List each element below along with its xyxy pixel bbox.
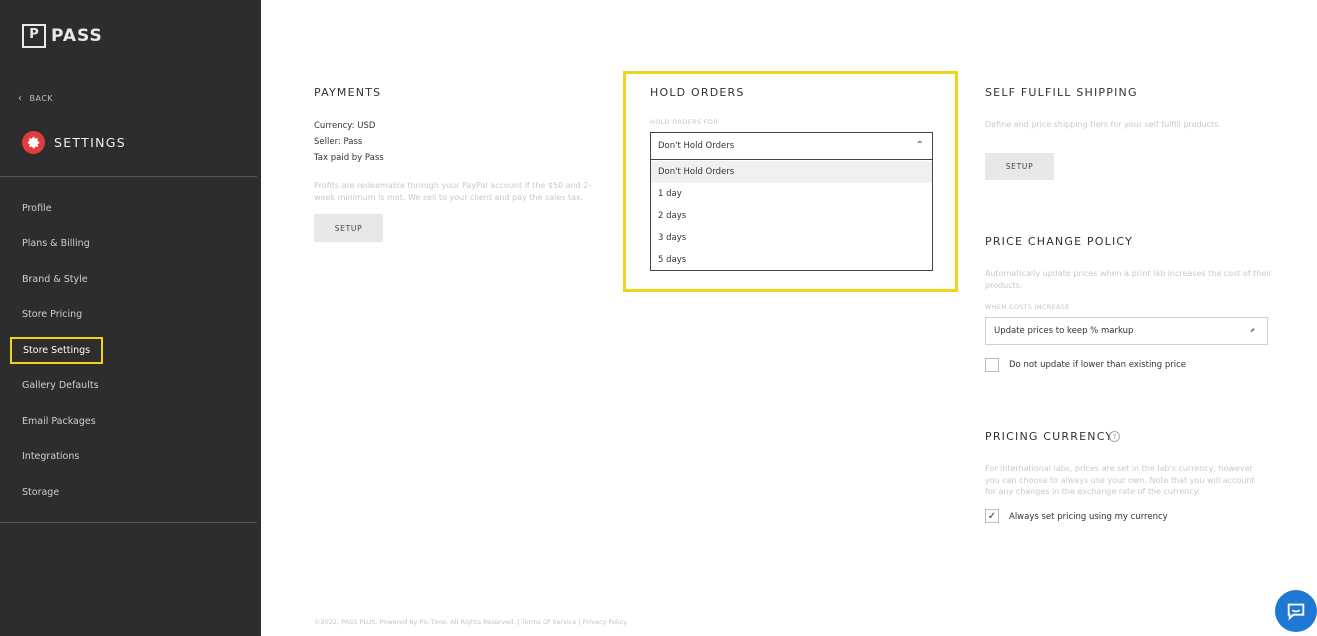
sidebar-item-store-pricing[interactable]: Store Pricing: [22, 309, 82, 320]
do-not-update-label: Do not update if lower than existing pri…: [1009, 360, 1186, 370]
hold-orders-title: HOLD ORDERS: [650, 86, 745, 99]
always-my-currency-label: Always set pricing using my currency: [1009, 512, 1168, 522]
pass-logo[interactable]: P PASS: [22, 24, 103, 48]
sidebar-item-gallery-defaults[interactable]: Gallery Defaults: [22, 380, 99, 391]
hold-orders-field-label: HOLD ORDERS FOR: [650, 118, 719, 126]
payments-tax: Tax paid by Pass: [314, 153, 384, 163]
chat-bubble-icon: [1287, 603, 1305, 621]
sidebar-item-brand-style[interactable]: Brand & Style: [22, 274, 88, 285]
settings-header: SETTINGS: [22, 131, 126, 154]
self-fulfill-description: Define and price shipping tiers for your…: [985, 120, 1221, 129]
hold-option-1-day[interactable]: 1 day: [651, 183, 932, 205]
always-my-currency-checkbox[interactable]: ✓: [985, 509, 999, 523]
logo-text: PASS: [51, 26, 103, 46]
hold-option-3-days[interactable]: 3 days: [651, 227, 932, 249]
hold-option-2-days[interactable]: 2 days: [651, 205, 932, 227]
payments-title: PAYMENTS: [314, 86, 382, 99]
footer-separator: |: [578, 618, 581, 626]
sidebar-item-integrations[interactable]: Integrations: [22, 451, 79, 462]
payments-description: Profits are redeemable through your PayP…: [314, 181, 592, 202]
sidebar-item-storage[interactable]: Storage: [22, 487, 59, 498]
price-change-title: PRICE CHANGE POLICY: [985, 235, 1133, 248]
footer: ©2022, PASS PLUS. Powered by Pic-Time. A…: [314, 618, 627, 626]
back-label: BACK: [29, 94, 54, 103]
hold-option-dont-hold[interactable]: Don't Hold Orders: [651, 161, 932, 183]
payments-seller: Seller: Pass: [314, 137, 363, 147]
sidebar-divider-top: [0, 176, 257, 177]
pricing-currency-description: For international labs, prices are set i…: [985, 464, 1255, 496]
price-change-field-label: WHEN COSTS INCREASE: [985, 303, 1070, 311]
resize-arrow-icon: ⬈: [1249, 327, 1255, 334]
sidebar-item-store-settings[interactable]: Store Settings: [10, 337, 104, 364]
payments-currency: Currency: USD: [314, 121, 376, 131]
settings-title: SETTINGS: [54, 135, 126, 150]
self-fulfill-setup-button[interactable]: SETUP: [985, 153, 1054, 180]
hold-orders-dropdown: Don't Hold Orders 1 day 2 days 3 days 5 …: [650, 160, 933, 271]
chevron-up-icon: ⌃: [915, 140, 924, 151]
self-fulfill-title: SELF FULFILL SHIPPING: [985, 86, 1138, 99]
hold-orders-selected-value: Don't Hold Orders: [658, 141, 735, 151]
chevron-left-icon: ‹: [18, 93, 23, 104]
logo-mark: P: [22, 24, 46, 48]
price-change-selected-value: Update prices to keep % markup: [994, 326, 1134, 336]
hold-option-5-days[interactable]: 5 days: [651, 249, 932, 271]
help-icon[interactable]: ?: [1109, 431, 1120, 442]
footer-terms-link[interactable]: Terms Of Service: [522, 618, 577, 626]
back-link[interactable]: ‹ BACK: [18, 93, 53, 104]
do-not-update-checkbox[interactable]: [985, 358, 999, 372]
payments-setup-button[interactable]: SETUP: [314, 214, 383, 242]
chat-button[interactable]: [1275, 590, 1317, 632]
sidebar: P PASS ‹ BACK SETTINGS Profile Plans & B…: [0, 0, 261, 636]
hold-orders-select[interactable]: Don't Hold Orders ⌃: [650, 132, 933, 160]
sidebar-item-plans-billing[interactable]: Plans & Billing: [22, 238, 90, 249]
sidebar-item-profile[interactable]: Profile: [22, 203, 52, 214]
gear-icon: [22, 131, 45, 154]
pricing-currency-title: PRICING CURRENCY: [985, 430, 1114, 443]
price-change-select[interactable]: Update prices to keep % markup ⬈: [985, 317, 1268, 345]
footer-separator: |: [517, 618, 520, 626]
footer-copyright: ©2022, PASS PLUS. Powered by Pic-Time. A…: [314, 618, 516, 626]
footer-privacy-link[interactable]: Privacy Policy: [583, 618, 627, 626]
sidebar-divider-bottom: [0, 522, 257, 523]
sidebar-item-email-packages[interactable]: Email Packages: [22, 416, 96, 427]
price-change-description: Automatically update prices when a print…: [985, 269, 1272, 290]
